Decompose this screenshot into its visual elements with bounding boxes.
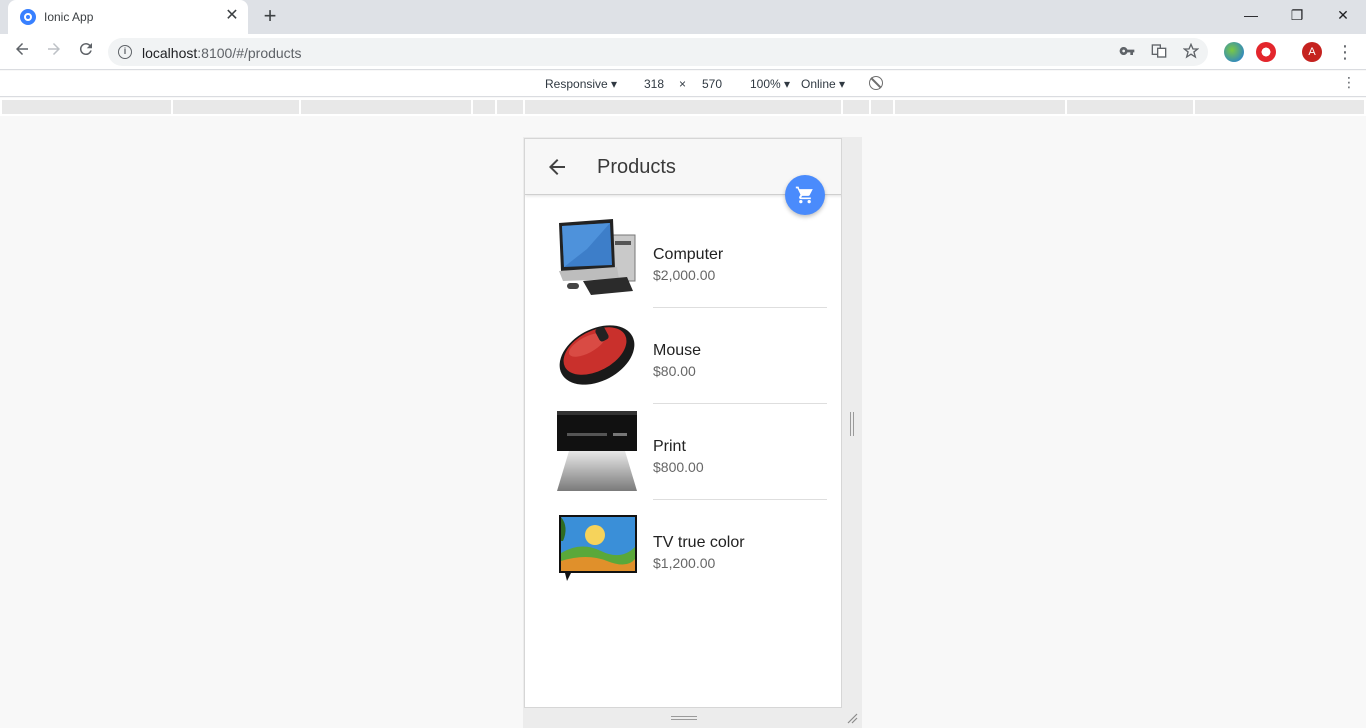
computer-image bbox=[559, 219, 636, 295]
restore-button[interactable]: ❐ bbox=[1274, 0, 1320, 30]
product-item[interactable]: TV true color $1,200.00 bbox=[525, 507, 841, 603]
tab-close-icon[interactable]: ✕ bbox=[224, 8, 240, 24]
media-query-bar[interactable] bbox=[1067, 100, 1193, 114]
zoom-select[interactable]: 100% ▾ bbox=[750, 77, 790, 91]
product-price: $80.00 bbox=[653, 363, 696, 379]
product-name: TV true color bbox=[653, 534, 745, 551]
url-text[interactable]: localhost:8100/#/products bbox=[142, 45, 302, 61]
tab-strip: Ionic App ✕ + — ❐ ✕ bbox=[0, 0, 1366, 34]
media-query-bar[interactable] bbox=[871, 100, 893, 114]
back-arrow-icon[interactable] bbox=[545, 155, 569, 179]
bookmark-star-icon[interactable] bbox=[1182, 42, 1200, 61]
height-resize-handle[interactable] bbox=[671, 716, 697, 720]
product-price: $2,000.00 bbox=[653, 267, 716, 283]
tab-title: Ionic App bbox=[44, 10, 94, 24]
media-query-bar[interactable] bbox=[497, 100, 523, 114]
reload-icon[interactable] bbox=[74, 40, 98, 64]
media-query-bar[interactable] bbox=[895, 100, 1065, 114]
browser-menu-icon[interactable]: ⋮ bbox=[1336, 40, 1354, 64]
minimize-button[interactable]: — bbox=[1228, 0, 1274, 30]
key-icon[interactable] bbox=[1118, 43, 1136, 61]
media-query-bar[interactable] bbox=[473, 100, 495, 114]
dimension-separator: × bbox=[679, 77, 687, 91]
address-bar[interactable]: i localhost:8100/#/products bbox=[108, 38, 1208, 66]
device-toolbar-menu-icon[interactable]: ⋮ bbox=[1342, 74, 1356, 91]
viewport-height-input[interactable]: 570 bbox=[692, 77, 732, 91]
width-resize-handle[interactable] bbox=[850, 412, 854, 436]
product-item[interactable]: Print $800.00 bbox=[525, 411, 841, 507]
opera-extension-icon[interactable] bbox=[1256, 42, 1276, 62]
item-divider bbox=[653, 499, 827, 500]
product-price: $800.00 bbox=[653, 459, 704, 475]
product-item[interactable]: Mouse $80.00 bbox=[525, 315, 841, 411]
ionic-favicon-icon bbox=[20, 9, 36, 25]
printer-image bbox=[557, 411, 637, 491]
browser-toolbar: i localhost:8100/#/products A ⋮ bbox=[0, 34, 1366, 70]
product-price: $1,200.00 bbox=[653, 555, 716, 571]
tv-image bbox=[559, 515, 637, 581]
media-query-bar[interactable] bbox=[525, 100, 841, 114]
device-toolbar: Responsive ▾ 318 × 570 100% ▾ Online ▾ ⋮ bbox=[0, 71, 1366, 97]
media-query-bar[interactable] bbox=[1195, 100, 1364, 114]
media-query-bar[interactable] bbox=[173, 100, 299, 114]
media-query-ruler bbox=[0, 98, 1366, 116]
browser-tab[interactable]: Ionic App ✕ bbox=[8, 0, 248, 34]
media-query-bar[interactable] bbox=[2, 100, 171, 114]
translate-icon[interactable] bbox=[1150, 43, 1168, 61]
back-nav-icon[interactable] bbox=[10, 40, 34, 64]
window-close-button[interactable]: ✕ bbox=[1320, 0, 1366, 30]
product-name: Mouse bbox=[653, 342, 702, 359]
item-divider bbox=[653, 307, 827, 308]
product-name: Computer bbox=[653, 246, 724, 263]
rotate-icon[interactable] bbox=[869, 76, 883, 90]
product-item[interactable]: Computer $2,000.00 bbox=[525, 219, 841, 315]
shopping-cart-icon bbox=[795, 186, 813, 204]
device-viewport: Products Computer $2,000.00 Mouse $80.00… bbox=[524, 138, 842, 708]
device-mode-select[interactable]: Responsive ▾ bbox=[545, 77, 617, 91]
forward-nav-icon[interactable] bbox=[42, 40, 66, 64]
product-name: Print bbox=[653, 438, 686, 455]
profile-avatar[interactable]: A bbox=[1302, 42, 1322, 62]
new-tab-button[interactable]: + bbox=[258, 5, 282, 29]
mouse-image bbox=[559, 325, 635, 385]
site-info-icon[interactable]: i bbox=[118, 45, 132, 59]
network-throttle-select[interactable]: Online ▾ bbox=[801, 77, 845, 91]
viewport-width-input[interactable]: 318 bbox=[634, 77, 674, 91]
corner-resize-handle[interactable] bbox=[846, 712, 858, 724]
extension-globe-icon[interactable] bbox=[1224, 42, 1244, 62]
page-title: Products bbox=[597, 156, 676, 178]
media-query-bar[interactable] bbox=[301, 100, 471, 114]
cart-fab-button[interactable] bbox=[785, 175, 825, 215]
item-divider bbox=[653, 403, 827, 404]
media-query-bar[interactable] bbox=[843, 100, 869, 114]
